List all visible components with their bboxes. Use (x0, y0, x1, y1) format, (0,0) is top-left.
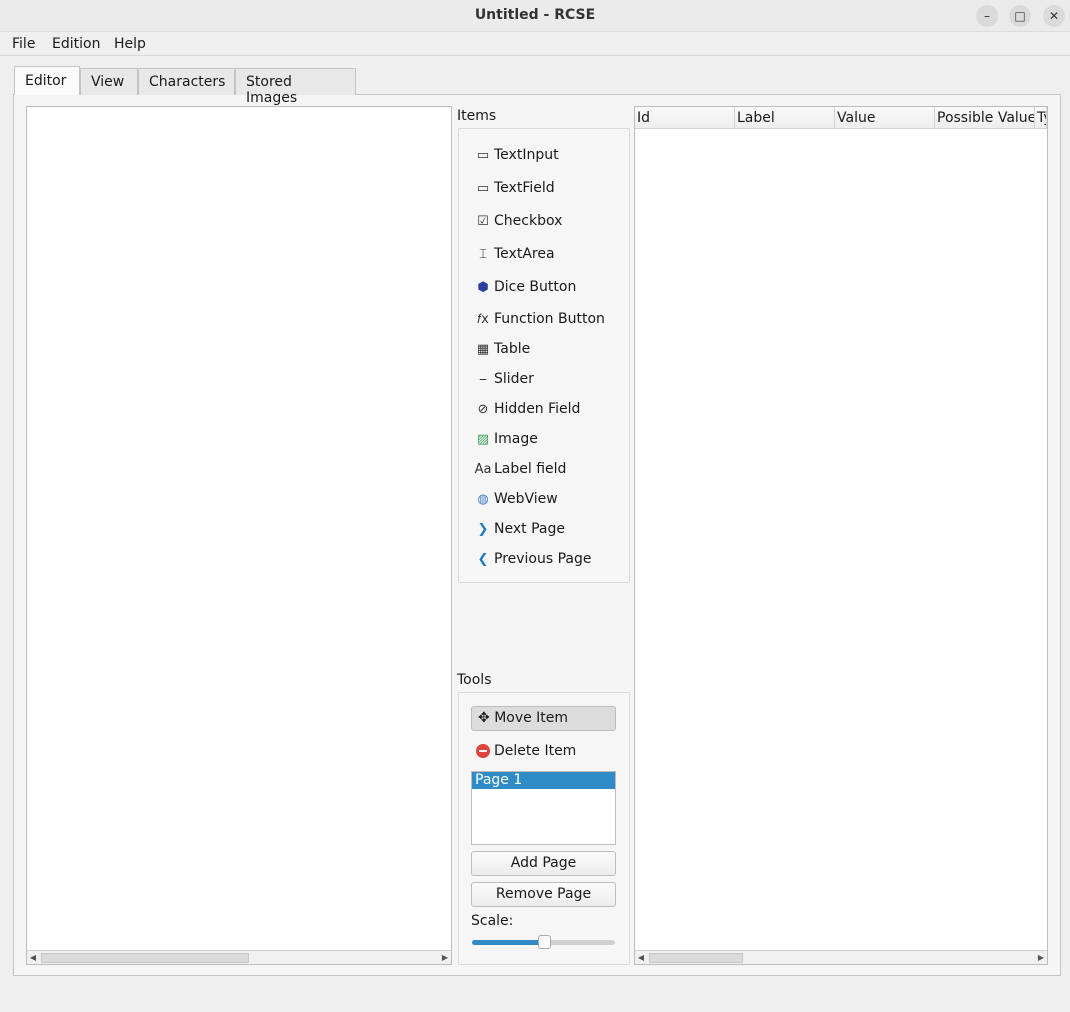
globe-icon: ◍ (477, 491, 489, 507)
column-header-possible-value[interactable]: Possible Value (935, 107, 1035, 129)
menu-bar: File Edition Help (0, 32, 1070, 56)
scale-slider-handle[interactable] (537, 935, 551, 949)
sheet-canvas[interactable]: ◀ ▶ (26, 106, 452, 965)
scrollbar-thumb[interactable] (41, 953, 249, 963)
item-table[interactable]: ▦ Table (474, 338, 530, 360)
canvas-horizontal-scrollbar[interactable]: ◀ ▶ (27, 950, 451, 964)
table-horizontal-scrollbar[interactable]: ◀ ▶ (635, 950, 1047, 964)
scroll-right-icon[interactable]: ▶ (1035, 951, 1047, 964)
menu-file[interactable]: File (12, 36, 35, 52)
move-icon: ✥ (478, 710, 490, 726)
item-label: Hidden Field (494, 401, 581, 417)
page-list[interactable]: Page 1 (471, 771, 616, 845)
item-checkbox[interactable]: ☑ Checkbox (474, 210, 562, 232)
arrow-left-icon: ❮ (477, 551, 489, 567)
delete-icon (474, 742, 492, 760)
table-icon: ▦ (476, 341, 490, 357)
item-label: Image (494, 431, 538, 447)
scrollbar-thumb[interactable] (649, 953, 743, 963)
scroll-left-icon[interactable]: ◀ (635, 951, 647, 964)
scroll-right-icon[interactable]: ▶ (439, 951, 451, 964)
item-label: Label field (494, 461, 567, 477)
maximize-button[interactable]: □ (1009, 5, 1031, 27)
item-slider[interactable]: ⎯ Slider (474, 368, 534, 390)
item-label: Dice Button (494, 279, 577, 295)
minimize-button[interactable]: – (976, 5, 998, 27)
scale-slider[interactable] (472, 935, 615, 949)
column-header-id[interactable]: Id (635, 107, 735, 129)
add-page-button[interactable]: Add Page (471, 851, 616, 876)
item-label: WebView (494, 491, 558, 507)
menu-edition[interactable]: Edition (52, 36, 100, 52)
tools-title: Tools (457, 672, 492, 688)
checkbox-icon: ☑ (477, 213, 489, 229)
item-label: Table (494, 341, 531, 357)
item-label: TextField (494, 180, 555, 196)
properties-table: Id Label Value Possible Value Ty ◀ ▶ (634, 106, 1048, 965)
text-area-icon: ⌶ (479, 246, 487, 262)
item-textarea[interactable]: ⌶ TextArea (474, 243, 555, 265)
item-label-field[interactable]: Aa Label field (474, 458, 567, 480)
delete-item-label: Delete Item (494, 743, 577, 759)
function-icon: 𝑓x (477, 311, 489, 327)
column-header-label[interactable]: Label (735, 107, 835, 129)
page-list-item[interactable]: Page 1 (472, 772, 615, 789)
item-label: TextInput (494, 147, 559, 163)
item-label: Next Page (494, 521, 565, 537)
item-textinput[interactable]: ▭ TextInput (474, 144, 559, 166)
column-header-value[interactable]: Value (835, 107, 935, 129)
text-field-icon: ▭ (476, 180, 490, 196)
item-function-button[interactable]: 𝑓x Function Button (474, 308, 605, 330)
hidden-eye-icon: ⊘ (477, 401, 489, 417)
text-input-icon: ▭ (476, 147, 490, 163)
delete-item-button[interactable]: Delete Item (474, 740, 576, 762)
move-item-label: Move Item (494, 710, 569, 726)
item-label: Previous Page (494, 551, 592, 567)
image-icon: ▨ (476, 431, 490, 447)
tab-editor[interactable]: Editor (14, 66, 80, 95)
window-title: Untitled - RCSE (474, 7, 596, 23)
menu-help[interactable]: Help (114, 36, 146, 52)
tab-view[interactable]: View (80, 68, 138, 95)
item-webview[interactable]: ◍ WebView (474, 488, 558, 510)
scroll-left-icon[interactable]: ◀ (27, 951, 39, 964)
remove-page-button[interactable]: Remove Page (471, 882, 616, 907)
close-button[interactable]: ✕ (1043, 5, 1065, 27)
font-icon: Aa (474, 461, 492, 477)
slider-icon: ⎯ (479, 371, 487, 387)
scale-slider-fill (472, 940, 544, 945)
item-next-page[interactable]: ❯ Next Page (474, 518, 565, 540)
scale-label: Scale: (471, 913, 514, 929)
item-label: Checkbox (494, 213, 563, 229)
column-header-type[interactable]: Ty (1035, 107, 1047, 129)
item-previous-page[interactable]: ❮ Previous Page (474, 548, 592, 570)
tab-stored-images[interactable]: Stored Images (235, 68, 356, 106)
item-dice-button[interactable]: ⬢ Dice Button (474, 276, 576, 298)
item-image[interactable]: ▨ Image (474, 428, 538, 450)
items-title: Items (457, 108, 497, 124)
tab-characters[interactable]: Characters (138, 68, 235, 95)
item-hidden-field[interactable]: ⊘ Hidden Field (474, 398, 581, 420)
move-item-button[interactable]: ✥ Move Item (471, 706, 616, 731)
item-textfield[interactable]: ▭ TextField (474, 177, 555, 199)
item-label: Slider (494, 371, 534, 387)
dice-icon: ⬢ (477, 279, 489, 295)
title-bar: Untitled - RCSE – □ ✕ (0, 0, 1070, 32)
item-label: TextArea (494, 246, 555, 262)
item-label: Function Button (494, 311, 605, 327)
arrow-right-icon: ❯ (477, 521, 489, 537)
